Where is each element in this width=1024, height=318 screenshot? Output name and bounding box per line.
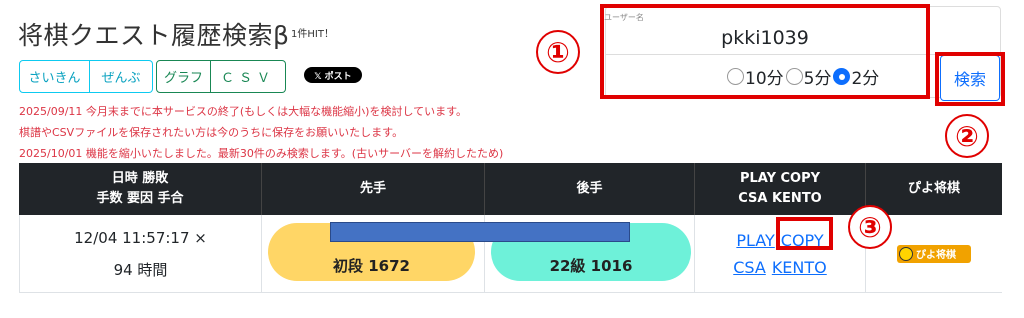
header-datetime: 日時 勝敗 手数 要因 手合 [19, 163, 262, 215]
moves-reason: 94 時間 [113, 260, 168, 279]
evaluation-bar [330, 222, 630, 242]
header-gote: 後手 [485, 163, 695, 215]
piyo-shogi-button[interactable]: ぴよ将棋 [897, 244, 971, 263]
notice-line-1: 2025/09/11 今月末までに本サービスの終了(もしくは大幅な機能縮小)を検… [19, 105, 468, 118]
chick-icon [899, 246, 913, 261]
csv-button[interactable]: ＣＳＶ [211, 60, 286, 93]
graph-button[interactable]: グラフ [156, 60, 211, 93]
header-links: PLAY COPY CSA KENTO [695, 163, 866, 215]
notice-line-3: 2025/10/01 機能を縮小いたしました。最新30件のみ検索します。(古いサ… [19, 147, 504, 160]
header-sente: 先手 [262, 163, 485, 215]
play-link[interactable]: PLAY [736, 227, 774, 254]
notice-line-2: 棋譜やCSVファイルを保存されたい方は今のうちに保存をお願いいたします。 [19, 126, 404, 139]
header-piyo: ぴよ将棋 [907, 181, 960, 196]
kento-link[interactable]: KENTO [772, 254, 827, 281]
hit-count: 1件HIT！ [291, 29, 334, 40]
export-button-group: グラフ ＣＳＶ [156, 60, 286, 93]
all-button[interactable]: ぜんぶ [90, 60, 153, 93]
highlight-box-copy [776, 217, 833, 250]
highlight-box-search [600, 4, 930, 99]
step-marker-1: ① [536, 30, 580, 74]
game-info-cell: 12/04 11:57:17 × 94 時間 [19, 215, 262, 292]
page-title: 将棋クエスト履歴検索β [18, 21, 290, 50]
highlight-box-button [935, 52, 1005, 106]
recent-button[interactable]: さいきん [19, 60, 90, 93]
datetime-result: 12/04 11:57:17 × [74, 228, 207, 247]
csa-link[interactable]: CSA [733, 254, 766, 281]
table-header: 日時 勝敗 手数 要因 手合 先手 後手 PLAY COPY CSA KENTO ぴ… [19, 163, 1002, 215]
step-marker-2: ② [945, 114, 989, 158]
step-marker-3: ③ [848, 205, 892, 249]
range-button-group: さいきん ぜんぶ [19, 60, 153, 93]
x-post-button[interactable]: 𝕏 ポスト [304, 67, 362, 83]
